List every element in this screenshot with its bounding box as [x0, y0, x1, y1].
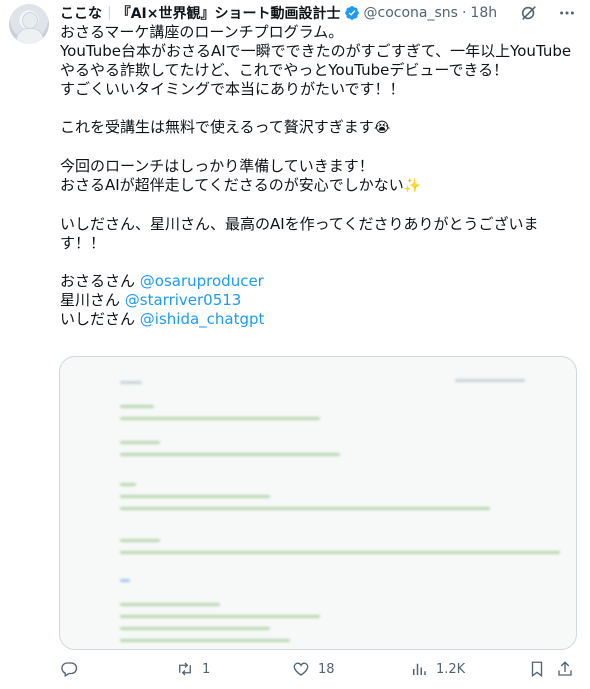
views-count: 1.2K — [436, 661, 466, 677]
bookmark-icon — [531, 661, 543, 678]
mention-link[interactable]: @ishida_chatgpt — [140, 310, 265, 328]
text-line: すごくいいタイミングで本当にありがたいです！！ — [60, 80, 405, 98]
mention-link[interactable]: @starriver0513 — [125, 291, 242, 309]
sparkles-emoji-icon: ✨ — [403, 178, 422, 194]
heart-icon — [293, 662, 309, 676]
text-line: やるやる詐欺してたけど、これでやっとYouTubeデビューできる！ — [60, 61, 509, 79]
text-line: これを受講生は無料で使えるって贅沢すぎます😭 — [60, 118, 391, 136]
display-name[interactable]: ここな — [60, 3, 102, 23]
views-icon — [413, 663, 426, 675]
tweet-text: おさるマーケ講座のローンチプログラム。 YouTube台本がおさるAIで一瞬でで… — [60, 23, 580, 329]
like-button[interactable]: 18 — [292, 660, 335, 678]
attached-image[interactable] — [59, 356, 577, 650]
views-button[interactable]: 1.2K — [410, 660, 465, 678]
verified-badge-icon[interactable] — [344, 5, 360, 21]
share-icon — [558, 661, 572, 676]
name-separator: | — [107, 5, 112, 21]
handle[interactable]: @cocona_sns — [364, 5, 458, 21]
header-icons — [520, 4, 576, 22]
reply-icon — [61, 662, 78, 677]
mention-line: 星川さん @starriver0513 — [60, 291, 242, 309]
reply-button[interactable] — [60, 660, 78, 678]
crying-emoji-icon: 😭 — [373, 120, 391, 136]
bookmark-button[interactable] — [528, 660, 546, 678]
text-line: す！！ — [60, 234, 106, 252]
timestamp[interactable]: 18h — [470, 5, 497, 21]
text-line: 今回のローンチはしっかり準備していきます！ — [60, 157, 374, 175]
action-bar: 1 18 1.2K — [60, 660, 578, 684]
retweet-icon — [179, 662, 191, 676]
dot-separator: · — [461, 5, 467, 21]
mention-link[interactable]: @osaruproducer — [140, 272, 264, 290]
text-line: おさるマーケ講座のローンチプログラム。 — [60, 23, 344, 41]
mention-line: いしださん @ishida_chatgpt — [60, 310, 265, 328]
text-line: いしださん、星川さん、最高のAIを作ってくださりありがとうございま — [60, 215, 539, 233]
display-name-title[interactable]: 『AI×世界観』ショート動画設計士 — [117, 3, 341, 23]
text-line: YouTube台本がおさるAIで一瞬でできたのがすごすぎて、一年以上YouTub… — [60, 42, 572, 60]
avatar[interactable] — [9, 4, 49, 44]
mention-line: おさるさん @osaruproducer — [60, 272, 264, 290]
text-line: おさるAIが超伴走してくださるのが安心でしかない✨ — [60, 176, 422, 194]
like-count: 18 — [318, 661, 335, 677]
more-options-icon[interactable] — [558, 4, 576, 22]
grok-icon[interactable] — [520, 4, 538, 22]
retweet-count: 1 — [202, 661, 211, 677]
tweet-header: ここな | 『AI×世界観』ショート動画設計士 @cocona_sns · 18… — [60, 3, 590, 23]
retweet-button[interactable]: 1 — [176, 660, 210, 678]
share-button[interactable] — [556, 660, 574, 678]
